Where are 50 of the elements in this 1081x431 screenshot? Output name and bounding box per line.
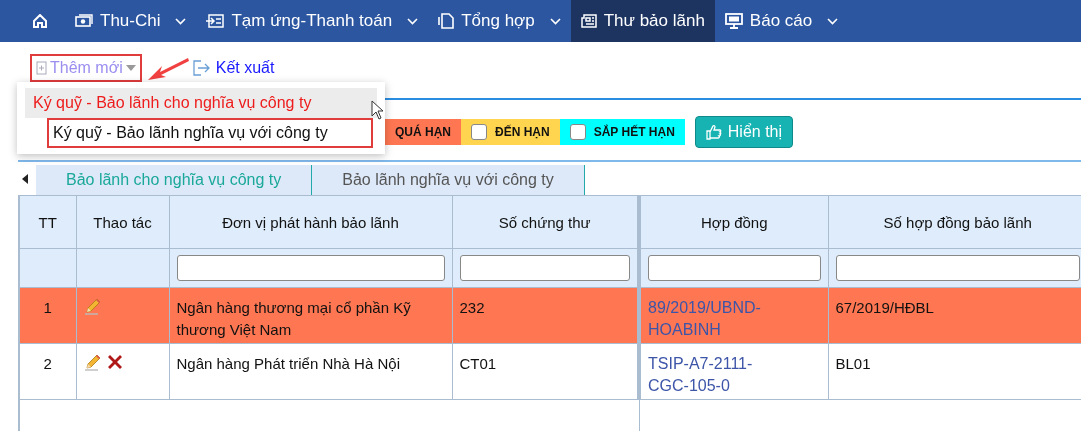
table-row[interactable]: 2 Ngân hàng Phát triển Nhà Hà Nội CT01 TSIP-A7-2111-CGC-105-0 BL01 (19, 343, 1081, 400)
table-cell: Ngân hàng Phát triển Nhà Hà Nội (169, 343, 452, 400)
chevron-down-icon (549, 17, 561, 25)
column-header: Đơn vị phát hành bảo lãnh (169, 195, 452, 249)
chevron-down-icon (827, 17, 839, 25)
table-cell: 67/2019/HĐBL (828, 287, 1081, 344)
nav-menu-item[interactable]: Tạm ứng-Thanh toán (196, 0, 429, 42)
add-document-icon (36, 61, 47, 75)
export-link[interactable]: Kết xuất (215, 59, 275, 77)
status-filter-chip[interactable]: ĐẾN HẠN (461, 119, 560, 145)
column-filter-field[interactable] (459, 255, 630, 281)
tab[interactable]: Bảo lãnh nghĩa vụ với công ty (312, 165, 585, 195)
document-icon (438, 13, 455, 29)
nav-menu-item[interactable]: Thu-Chi (65, 0, 197, 42)
checkbox[interactable] (471, 124, 487, 140)
scroll-left-icon[interactable] (22, 173, 28, 184)
column-header: Số hợp đồng bảo lãnh (828, 195, 1081, 249)
column-filter-field[interactable] (176, 255, 445, 281)
column-filter-field[interactable] (648, 255, 821, 281)
pencil-icon[interactable] (83, 297, 102, 315)
column-header: TT (19, 195, 76, 249)
pencil-icon[interactable] (83, 353, 102, 371)
column-filter-field[interactable] (835, 255, 1080, 281)
nav-menu-item[interactable]: Thư bảo lãnh (570, 0, 715, 42)
table-row[interactable]: 1 Ngân hàng thương mại cổ phần Kỹ thương Việt Nam 232 89/2019/UBND-HOABINH 67/2019/HĐBL (19, 287, 1081, 344)
newspaper-icon (580, 14, 597, 28)
chevron-down-icon (175, 17, 187, 25)
table-cell: 2 (19, 343, 76, 400)
home-icon (33, 14, 47, 28)
monitor-icon (724, 13, 743, 29)
nav-menu-item[interactable]: Báo cáo (714, 0, 849, 42)
table-cell: 1 (19, 287, 76, 344)
status-filter-chip[interactable]: SẮP HẾT HẠN (559, 119, 685, 145)
banknote-icon (75, 14, 93, 28)
chevron-down-icon (407, 17, 419, 25)
caret-icon (125, 65, 136, 71)
menu-item[interactable]: Ký quỹ - Bảo lãnh cho nghĩa vụ công ty (25, 88, 377, 118)
menu-item[interactable]: Ký quỹ - Bảo lãnh nghĩa vụ với công ty (47, 118, 373, 148)
thumbs-up-icon (705, 124, 722, 140)
table-cell: Ngân hàng thương mại cổ phần Kỹ thương Việt Nam (169, 287, 452, 344)
annotation-arrow-icon (147, 55, 190, 81)
export-icon (191, 59, 210, 77)
transfer-icon (206, 14, 225, 28)
table-cell: 232 (452, 287, 639, 344)
column-header: Thao tác (76, 195, 169, 249)
checkbox[interactable] (569, 124, 586, 140)
status-filter-chip[interactable]: QUÁ HẠN (385, 119, 461, 145)
nav-menu-item[interactable]: Tổng hợp (428, 0, 571, 42)
column-header: Hợp đồng (639, 195, 828, 249)
column-header: Số chứng thư (452, 195, 639, 249)
